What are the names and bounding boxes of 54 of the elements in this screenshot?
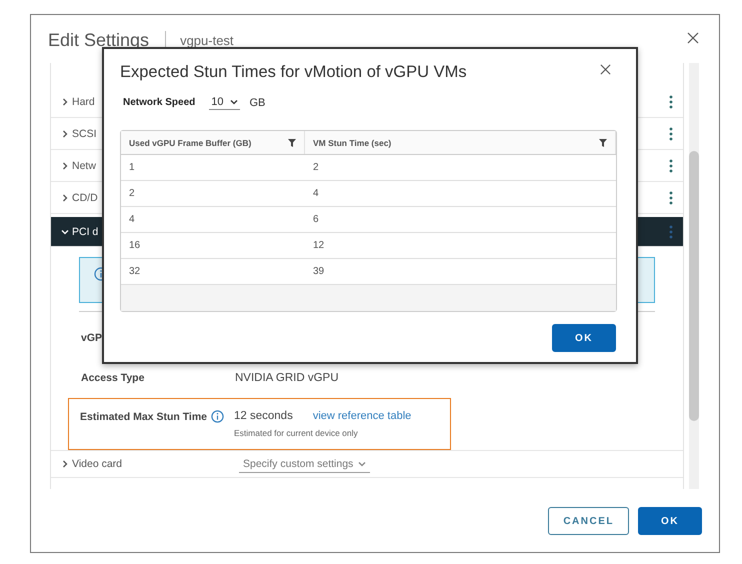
- info-icon: [211, 410, 224, 423]
- field-value: 12 seconds: [234, 410, 293, 422]
- dialog-title: Edit Settings: [48, 30, 150, 50]
- close-icon: [687, 32, 699, 44]
- section-label: Hard: [72, 96, 95, 108]
- close-icon: [600, 64, 611, 75]
- section-label: Netw: [72, 160, 96, 172]
- section-label: Video card: [72, 458, 124, 470]
- field-hint: Estimated for current device only: [234, 428, 359, 438]
- chevron-down-icon: [230, 98, 238, 106]
- cancel-button[interactable]: CANCEL: [548, 507, 629, 535]
- chevron-right-icon: [61, 130, 69, 138]
- chevron-right-icon: [61, 162, 69, 170]
- table-cell-text: 4: [312, 187, 320, 201]
- section-label: CD/D: [72, 192, 98, 204]
- chevron-right-icon: [61, 460, 69, 468]
- field-value: NVIDIA GRID vGPU: [235, 372, 339, 384]
- speed-dropdown[interactable]: 10: [209, 95, 240, 110]
- table-cell-text: 12: [312, 239, 326, 253]
- table-cell-text: 2: [312, 161, 320, 175]
- field-label: vGP: [81, 332, 102, 344]
- section-row[interactable]: Video card Specify custom settings: [51, 450, 683, 478]
- table-cell-text: 6: [312, 213, 320, 227]
- column-header: VM Stun Time (sec): [313, 138, 392, 148]
- section-label: SCSI: [72, 128, 97, 140]
- table-cell-text: 39: [312, 265, 326, 279]
- kebab-menu-icon[interactable]: [669, 158, 673, 172]
- chevron-down-icon: [358, 460, 366, 468]
- kebab-menu-icon[interactable]: [669, 190, 673, 204]
- table-cell-text: 2: [128, 187, 136, 201]
- ok-button[interactable]: OK: [552, 324, 616, 352]
- field-label: Network Speed: [123, 97, 196, 108]
- field-label: Access Type: [81, 372, 144, 384]
- column-header: Used vGPU Frame Buffer (GB): [129, 138, 252, 148]
- table-cell-text: 16: [128, 239, 142, 253]
- filter-icon[interactable]: [599, 138, 607, 146]
- chevron-right-icon: [61, 194, 69, 202]
- filter-icon[interactable]: [288, 138, 296, 146]
- modal-title: Expected Stun Times for vMotion of vGPU VMs: [120, 62, 467, 82]
- table-cell-text: 32: [128, 265, 142, 279]
- vm-name: vgpu-test: [180, 32, 235, 48]
- ok-button[interactable]: OK: [638, 507, 702, 535]
- chevron-right-icon: [61, 98, 69, 106]
- scrollbar[interactable]: [689, 63, 699, 489]
- reference-table-link[interactable]: view reference table: [312, 410, 412, 422]
- field-label: Estimated Max Stun Time: [80, 410, 208, 422]
- table-cell-text: 1: [128, 161, 136, 175]
- chevron-down-icon: [61, 228, 69, 236]
- settings-dropdown[interactable]: Specify custom settings: [239, 456, 370, 472]
- section-label: PCI d: [72, 226, 98, 238]
- kebab-menu-icon[interactable]: [669, 94, 673, 108]
- unit-label: GB: [250, 96, 266, 108]
- table-cell-text: 4: [128, 213, 136, 227]
- kebab-menu-icon[interactable]: [669, 126, 673, 140]
